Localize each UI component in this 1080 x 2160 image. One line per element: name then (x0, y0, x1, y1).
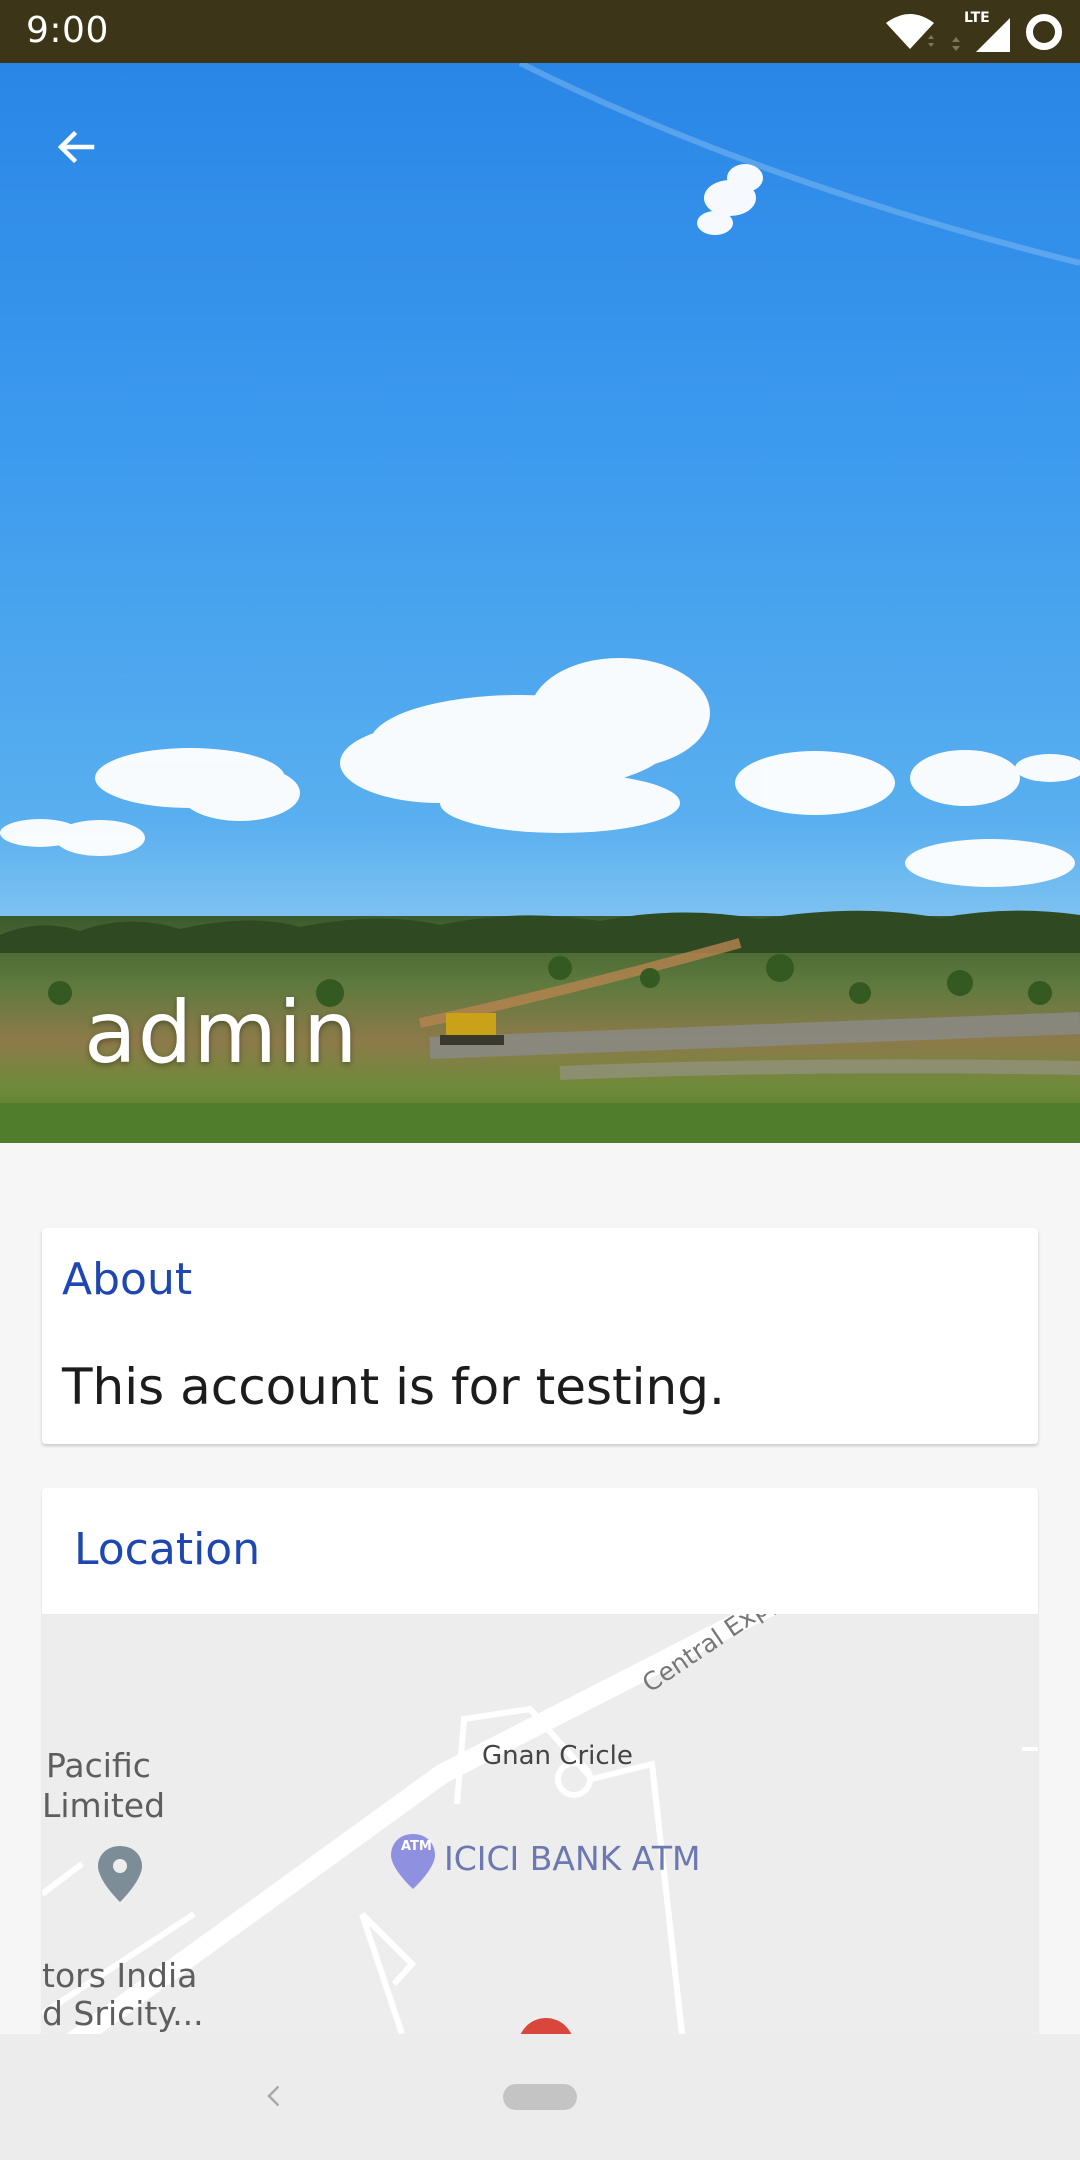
wifi-icon (886, 14, 934, 49)
system-nav-bar (0, 2034, 1080, 2160)
about-heading: About (62, 1254, 193, 1305)
battery-icon (1026, 14, 1062, 50)
cover-photo (0, 63, 1080, 1143)
location-map[interactable]: ATM Central Expy Gnan Cricle ICICI BANK … (42, 1614, 1038, 2034)
map-label-tors-india: tors India (42, 1956, 198, 1995)
map-label-pacific: Pacific (46, 1746, 151, 1785)
location-heading: Location (74, 1524, 261, 1575)
back-button[interactable] (40, 111, 112, 183)
status-bar: 9:00 LTE (0, 0, 1080, 63)
status-time: 9:00 (26, 10, 109, 51)
profile-name: admin (84, 983, 359, 1083)
status-icons: LTE (884, 10, 1062, 52)
map-label-limited: Limited (42, 1786, 166, 1825)
about-text: This account is for testing. (62, 1358, 725, 1416)
home-pill-icon[interactable] (503, 2084, 577, 2110)
network-type-label: LTE (964, 10, 990, 26)
profile-cover: admin (0, 63, 1080, 1143)
about-card: About This account is for testing. (42, 1228, 1038, 1444)
signal-group: LTE (950, 10, 1012, 52)
chevron-left-icon (267, 2086, 279, 2106)
nav-back-button[interactable] (250, 2072, 298, 2120)
atm-badge-text: ATM (401, 1839, 432, 1854)
arrow-left-icon (57, 130, 95, 164)
map-label-gnan-cricle: Gnan Cricle (482, 1741, 633, 1771)
map-poi-icici-atm[interactable]: ICICI BANK ATM (444, 1839, 700, 1879)
map-label-sricity: d Sricity... (42, 1994, 204, 2033)
